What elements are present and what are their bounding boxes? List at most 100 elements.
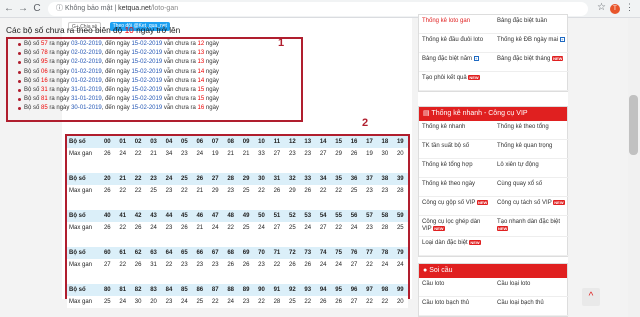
sidebar-link[interactable]: Bảng đặc biệt tuần [494,15,569,34]
number-cell: 39 [396,176,404,182]
maxgap-cell: 21 [227,151,234,157]
row-label-maxgap: Max gan [69,151,93,157]
reload-icon[interactable]: C [31,2,43,15]
sidebar-link-label: Bảng đặc biệt năm [422,56,473,63]
sidebar-link[interactable]: Tạo nhanh dàn đặc biệt NEW [494,216,569,238]
maxgap-cell: 23 [165,225,173,231]
sidebar-link[interactable]: Lô xiên tự động [494,159,569,178]
sidebar-link[interactable]: Bảng đặc biệt tháng NEW [494,53,569,72]
sidebar-link[interactable] [494,72,569,91]
sidebar-link[interactable]: Tạo phôi kết quả NEW [419,72,494,91]
row-label-numbers: Bộ số [69,139,86,145]
maxgap-cell: 29 [211,188,219,194]
list-item-mid1: ra ngày [47,105,72,112]
scrollbar-track[interactable] [628,18,640,317]
url-domain: ketqua.net [118,5,151,12]
sidebar-link[interactable]: Loại dàn đặc biệt NEW [419,237,494,257]
table-block: Bộ số 80 81 82 83 84 85 86 87 88 89 90 91 92 93 94 95 96 9… [67,284,408,308]
new-badge: NEW [552,56,564,61]
sidebar-link[interactable]: Thống kê loto gan [419,15,494,34]
sidebar-link[interactable]: Thống kê đầu đuôi loto [419,34,494,53]
maxgap-cell: 22 [304,299,312,305]
number-cell: 11 [273,139,281,145]
list-item-num: 95 [41,59,48,66]
list-item-date2: 15-02-2019 [131,105,163,112]
sidebar-vip-box: ▤ Thống kê nhanh - Công cụ VIP Thống kê … [418,106,569,258]
list-item-date1: 03-02-2019 [71,41,102,47]
bookmark-star-icon[interactable]: ☆ [597,2,606,13]
list-item: Bộ số 31 ra ngày 31-01-2019, đến ngày 15… [18,86,303,95]
profile-avatar[interactable]: T [610,4,620,14]
sidebar-link[interactable]: Công cụ tách số VIP NEW [494,197,569,216]
maxgap-cell: 27 [319,151,327,157]
table-row-maxgap: Max gan 26 24 22 21 34 23 24 19 21 21 33 27 23 23 27 29 2… [67,148,408,160]
maxgap-cell: 25 [103,299,111,305]
maxgap-cell: 28 [273,299,281,305]
sidebar-link[interactable]: Công cụ lọc ghép dàn VIP NEW [419,216,494,238]
sidebar-link[interactable]: Thống kê ĐB ngày mai + [494,34,569,53]
number-cell: 94 [319,287,327,293]
sidebar-link-label: Thống kê theo tổng [497,124,549,130]
sidebar-link[interactable]: Bảng đặc biệt năm + [419,53,494,72]
sidebar-link[interactable] [494,237,569,257]
maxgap-cell: 25 [242,225,250,231]
number-cell: 60 [103,250,111,256]
maxgap-cell: 23 [181,262,188,268]
sidebar-link[interactable]: Thống kê theo tổng [494,121,569,140]
maxgap-cell: 26 [227,262,234,268]
menu-kebab-icon[interactable]: ⋮ [625,2,634,13]
sidebar-link[interactable]: Cầu loto [419,278,494,297]
number-cell: 14 [319,139,327,145]
sidebar-link[interactable]: TK tần suất bộ số [419,140,494,159]
vip-section-title: Thống kê nhanh - Công cụ VIP [431,110,528,117]
list-item-date2: 15-02-2019 [131,96,163,103]
sidebar-link-label: Cùng quay xổ số [497,181,543,187]
number-cell: 93 [304,287,312,293]
scrollbar-thumb[interactable] [629,95,638,155]
number-cell: 05 [181,139,188,145]
list-item-mid2: , đến ngày [101,59,132,66]
forward-arrow-icon[interactable]: → [17,2,29,15]
table-row-numbers: Bộ số 80 81 82 83 84 85 86 87 88 89 90 91 92 93 94 95 96 9… [67,284,408,296]
security-indicator[interactable]: ⓘ Không bảo mật [56,5,112,12]
list-item-post: ngày [204,50,219,57]
sidebar-link[interactable]: Thống kê tổng hợp [419,159,494,178]
sidebar-link[interactable]: Cùng quay xổ số [494,178,569,197]
maxgap-cell: 24 [381,262,389,268]
maxgap-cell: 22 [335,225,342,231]
number-cell: 50 [258,213,265,219]
sidebar-link[interactable]: Công cụ gộp số VIP NEW [419,197,494,216]
maxgap-cell: 26 [103,225,111,231]
number-cell: 98 [381,287,389,293]
sidebar-link[interactable]: Cầu loại loto [494,278,569,297]
maxgap-cell: 34 [165,151,173,157]
number-cell: 41 [119,213,127,219]
row-label-numbers: Bộ số [69,213,86,219]
scroll-to-top-button[interactable]: ^ [582,288,600,306]
sidebar-link[interactable]: Thống kê nhanh [419,121,494,140]
number-cell: 26 [196,176,204,182]
title-text-pre: Các bộ số chưa ra theo biên độ [6,25,125,35]
not-drawn-list: Bộ số 57 ra ngày 03-02-2019, đến ngày 15… [18,40,303,114]
back-arrow-icon[interactable]: ← [3,2,15,15]
maxgap-cell: 33 [258,151,265,157]
list-item-mid2: , đến ngày [101,96,132,103]
maxgap-cell: 23 [165,299,173,305]
sidebar-link[interactable]: Thống kê theo ngày [419,178,494,197]
number-cell: 69 [242,250,250,256]
number-cell: 81 [119,287,127,293]
soicau-section-title: Soi cầu [429,267,453,274]
maxgap-cell: 23 [242,299,250,305]
maxgap-cell: 23 [258,262,265,268]
sidebar-link-label: Bảng đặc biệt tháng [497,56,551,63]
sidebar-link[interactable]: Cầu loại bạch thủ [494,297,569,316]
sidebar-link[interactable]: Thống kê quan trọng [494,140,569,159]
number-cell: 34 [319,176,327,182]
number-cell: 66 [196,250,204,256]
maxgap-cell: 29 [335,151,342,157]
number-cell: 33 [304,176,312,182]
list-item-pre: Bộ số [24,96,42,103]
maxgap-cell: 26 [134,262,142,268]
sidebar-link[interactable]: Cầu loto bạch thủ [419,297,494,316]
list-item-mid1: ra ngày [47,68,72,75]
